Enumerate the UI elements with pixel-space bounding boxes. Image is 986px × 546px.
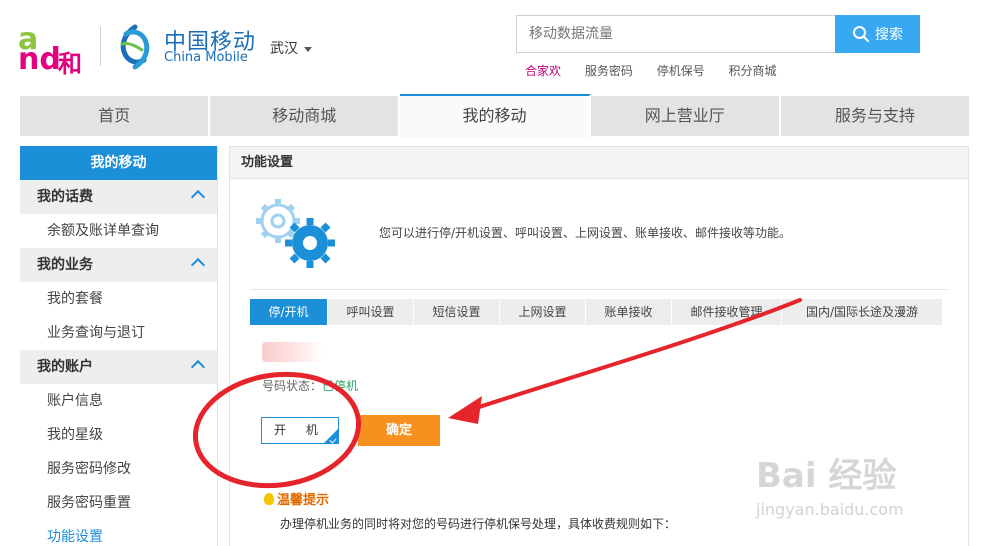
content-title: 功能设置	[230, 147, 968, 179]
nav-online-hall[interactable]: 网上营业厅	[591, 96, 781, 136]
main-nav: 首页 移动商城 我的移动 网上营业厅 服务与支持	[20, 94, 969, 138]
china-mobile-logo-icon	[120, 24, 150, 70]
tab-long-distance-roaming[interactable]: 国内/国际长途及漫游	[782, 299, 943, 325]
quick-link-suspend-keep-number[interactable]: 停机保号	[657, 64, 705, 78]
gears-icon	[256, 199, 335, 268]
search-button-label: 搜索	[875, 27, 903, 43]
sidebar-item-my-star-level[interactable]: 我的星级	[20, 418, 217, 452]
nav-home[interactable]: 首页	[20, 96, 211, 136]
search-button[interactable]: 搜索	[835, 15, 920, 53]
sidebar-group-bill[interactable]: 我的话费	[20, 180, 217, 214]
tab-power-on-off[interactable]: 停/开机	[250, 299, 328, 325]
tab-bill-receive[interactable]: 账单接收	[586, 299, 672, 325]
sidebar-item-my-plan[interactable]: 我的套餐	[20, 282, 217, 316]
baidu-watermark: Bai 经验 jingyan.baidu.com	[756, 440, 956, 530]
power-select-value: 开 机	[274, 423, 326, 437]
sidebar-item-business-query[interactable]: 业务查询与退订	[20, 316, 217, 350]
confirm-button[interactable]: 确定	[358, 415, 440, 446]
lightbulb-icon	[264, 493, 274, 505]
intro-text: 您可以进行停/开机设置、呼叫设置、上网设置、账单接收、邮件接收等功能。	[379, 226, 792, 240]
watermark-main: Bai 经验	[756, 456, 897, 496]
nav-service-support[interactable]: 服务与支持	[781, 96, 969, 136]
sidebar-item-function-settings[interactable]: 功能设置	[20, 520, 217, 546]
sidebar-item-balance-query[interactable]: 余额及账详单查询	[20, 214, 217, 248]
city-selector[interactable]: 武汉	[270, 38, 312, 58]
chevron-up-icon	[190, 359, 206, 375]
chevron-up-icon	[190, 189, 206, 205]
settings-tabs: 停/开机 呼叫设置 短信设置 上网设置 账单接收 邮件接收管理 国内/国际长途及…	[250, 299, 943, 325]
power-select[interactable]: 开 机	[261, 417, 339, 444]
tip-title-text: 温馨提示	[277, 493, 330, 508]
nav-mobile-mall[interactable]: 移动商城	[210, 96, 401, 136]
quick-link-service-password[interactable]: 服务密码	[585, 64, 633, 78]
sidebar-group-label: 我的业务	[37, 257, 93, 273]
number-status-value: 已停机	[322, 379, 359, 393]
and-logo[interactable]: a nd 和	[18, 22, 90, 78]
logo-divider	[100, 26, 101, 66]
sidebar-group-business[interactable]: 我的业务	[20, 248, 217, 282]
china-mobile-en: China Mobile	[164, 50, 248, 65]
search-box	[516, 15, 836, 53]
tab-sms-settings[interactable]: 短信设置	[414, 299, 500, 325]
content-divider	[250, 289, 948, 290]
sidebar-group-account[interactable]: 我的账户	[20, 350, 217, 384]
search-icon	[853, 26, 869, 42]
redacted-phone-number	[262, 342, 322, 362]
sidebar-item-password-change[interactable]: 服务密码修改	[20, 452, 217, 486]
sidebar-group-label: 我的账户	[37, 359, 93, 375]
sidebar-item-password-reset[interactable]: 服务密码重置	[20, 486, 217, 520]
and-logo-nd: nd	[18, 42, 61, 77]
tip-title: 温馨提示	[264, 489, 329, 508]
sidebar: 我的移动 我的话费 余额及账详单查询 我的业务 我的套餐 业务查询与退订 我的账…	[20, 146, 218, 546]
chevron-down-icon	[304, 46, 312, 52]
number-status-label: 号码状态：	[262, 379, 323, 393]
tab-call-settings[interactable]: 呼叫设置	[328, 299, 414, 325]
watermark-sub: jingyan.baidu.com	[756, 500, 904, 519]
and-logo-he: 和	[58, 50, 82, 78]
search-input[interactable]	[517, 16, 836, 52]
tab-internet-settings[interactable]: 上网设置	[500, 299, 586, 325]
quick-link-points-mall[interactable]: 积分商城	[729, 64, 777, 78]
chevron-up-icon	[190, 257, 206, 273]
sidebar-item-account-info[interactable]: 账户信息	[20, 384, 217, 418]
quick-links: 合家欢 服务密码 停机保号 积分商城	[525, 62, 797, 79]
city-name: 武汉	[270, 41, 298, 57]
sidebar-group-label: 我的话费	[37, 189, 93, 205]
tab-email-receive[interactable]: 邮件接收管理	[672, 299, 782, 325]
china-mobile-logo[interactable]: 中国移动 China Mobile	[112, 22, 262, 72]
quick-link-family[interactable]: 合家欢	[525, 64, 561, 78]
header: a nd 和 中国移动 China Mobile 武汉 搜索 合家欢 服务密码 …	[0, 0, 986, 96]
sidebar-title[interactable]: 我的移动	[20, 146, 217, 180]
tip-text: 办理停机业务的同时将对您的号码进行停机保号处理，具体收费规则如下：	[280, 517, 677, 531]
nav-my-mobile[interactable]: 我的移动	[400, 94, 591, 138]
number-status: 号码状态：已停机	[262, 377, 358, 394]
